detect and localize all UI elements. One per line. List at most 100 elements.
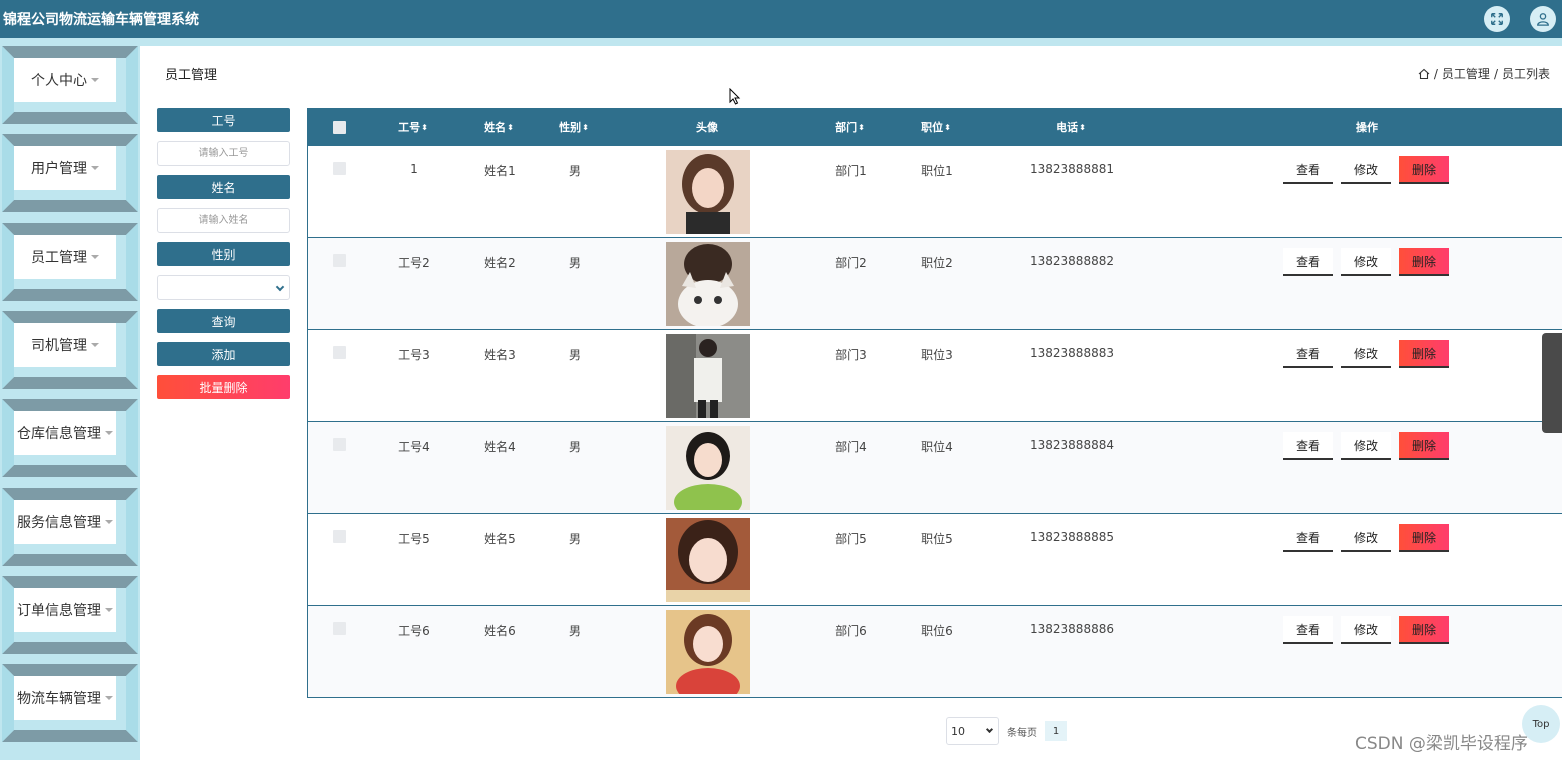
cell-dept: 部门2 [835, 256, 867, 270]
sidebar-item-user-management[interactable]: 用户管理 [0, 134, 140, 212]
menu-bevel [2, 223, 14, 301]
gender-select[interactable] [157, 275, 290, 300]
cell-dept: 部门4 [835, 440, 867, 454]
side-scroll-handle[interactable] [1542, 333, 1562, 433]
menu-face: 个人中心 [14, 58, 116, 102]
avatar [666, 426, 750, 510]
breadcrumb-item-employee-management[interactable]: 员工管理 [1442, 65, 1490, 82]
view-button[interactable]: 查看 [1283, 616, 1333, 644]
query-button[interactable]: 查询 [157, 309, 290, 333]
row-checkbox[interactable] [333, 622, 346, 635]
chevron-down-icon [275, 282, 285, 292]
caret-down-icon [105, 608, 113, 612]
edit-button[interactable]: 修改 [1341, 340, 1391, 368]
view-button[interactable]: 查看 [1283, 432, 1333, 460]
header-phone[interactable]: 电话 ⬍ [1045, 108, 1097, 146]
sidebar-item-warehouse[interactable]: 仓库信息管理 [0, 399, 140, 477]
header-gender-label: 性别 [559, 121, 582, 134]
avatar [666, 334, 750, 418]
row-checkbox[interactable] [333, 346, 346, 359]
header-name[interactable]: 姓名 ⬍ [473, 108, 525, 146]
view-button[interactable]: 查看 [1283, 524, 1333, 552]
header-position[interactable]: 职位 ⬍ [910, 108, 962, 146]
cell-name: 姓名3 [484, 348, 516, 362]
menu-bevel [2, 399, 138, 411]
delete-button[interactable]: 删除 [1399, 432, 1449, 460]
header-dept[interactable]: 部门 ⬍ [824, 108, 876, 146]
avatar [666, 242, 750, 326]
menu-bevel [2, 223, 138, 235]
header-photo: 头像 [677, 108, 737, 146]
table-row: 工号6 姓名6 男 部门6 职位6 13823888886 查看 修改 删除 [307, 606, 1562, 698]
menu-bevel [126, 311, 138, 389]
delete-button[interactable]: 删除 [1399, 248, 1449, 276]
edit-button[interactable]: 修改 [1341, 248, 1391, 276]
cell-name: 姓名5 [484, 532, 516, 546]
sort-icon: ⬍ [421, 122, 428, 132]
home-icon[interactable] [1418, 68, 1430, 80]
menu-bevel [2, 576, 14, 654]
cell-dept: 部门3 [835, 348, 867, 362]
search-panel: 工号 姓名 性别 查询 添加 批量删除 [157, 108, 290, 408]
menu-face: 仓库信息管理 [14, 411, 116, 455]
cell-id: 1 [410, 162, 418, 176]
menu-bevel [2, 554, 138, 566]
batch-delete-button[interactable]: 批量删除 [157, 375, 290, 399]
row-checkbox[interactable] [333, 254, 346, 267]
row-checkbox[interactable] [333, 162, 346, 175]
cell-name: 姓名6 [484, 624, 516, 638]
header-id[interactable]: 工号 ⬍ [387, 108, 439, 146]
menu-bevel [2, 730, 138, 742]
breadcrumb-separator: / [1433, 66, 1438, 81]
id-search-input[interactable] [157, 141, 290, 166]
delete-button[interactable]: 删除 [1399, 616, 1449, 644]
caret-down-icon [105, 696, 113, 700]
delete-button[interactable]: 删除 [1399, 524, 1449, 552]
delete-button[interactable]: 删除 [1399, 156, 1449, 184]
sidebar-item-driver-management[interactable]: 司机管理 [0, 311, 140, 389]
sidebar-item-label: 用户管理 [31, 161, 87, 177]
cell-position: 职位5 [921, 532, 953, 546]
cell-phone: 13823888883 [1030, 346, 1114, 360]
row-checkbox[interactable] [333, 530, 346, 543]
menu-bevel [2, 377, 138, 389]
caret-down-icon [91, 343, 99, 347]
menu-face: 物流车辆管理 [14, 676, 116, 720]
delete-button[interactable]: 删除 [1399, 340, 1449, 368]
sort-icon: ⬍ [944, 122, 951, 132]
avatar [666, 518, 750, 602]
edit-button[interactable]: 修改 [1341, 616, 1391, 644]
sidebar-item-service[interactable]: 服务信息管理 [0, 488, 140, 566]
sidebar-item-personal-center[interactable]: 个人中心 [0, 46, 140, 124]
header-position-label: 职位 [921, 121, 944, 134]
name-search-input[interactable] [157, 208, 290, 233]
sidebar-item-vehicles[interactable]: 物流车辆管理 [0, 664, 140, 742]
view-button[interactable]: 查看 [1283, 156, 1333, 184]
page-size-select[interactable]: 10 [946, 717, 999, 745]
sidebar-item-employee-management[interactable]: 员工管理 [0, 223, 140, 301]
cell-position: 职位4 [921, 440, 953, 454]
add-button[interactable]: 添加 [157, 342, 290, 366]
fullscreen-icon[interactable] [1484, 6, 1510, 32]
row-checkbox[interactable] [333, 438, 346, 451]
menu-bevel [2, 112, 138, 124]
cell-gender: 男 [568, 164, 581, 178]
cell-id: 工号3 [398, 348, 430, 362]
edit-button[interactable]: 修改 [1341, 432, 1391, 460]
edit-button[interactable]: 修改 [1341, 156, 1391, 184]
table-row: 工号3 姓名3 男 部门3 职位3 13823888883 查看 修改 删除 [307, 330, 1562, 422]
edit-button[interactable]: 修改 [1341, 524, 1391, 552]
select-all-checkbox[interactable] [331, 108, 347, 146]
sidebar-item-orders[interactable]: 订单信息管理 [0, 576, 140, 654]
header-gender[interactable]: 性别 ⬍ [548, 108, 600, 146]
header-actions-label: 操作 [1356, 121, 1378, 134]
menu-bevel [2, 46, 14, 124]
sort-icon: ⬍ [858, 122, 865, 132]
view-button[interactable]: 查看 [1283, 340, 1333, 368]
page-number[interactable]: 1 [1045, 721, 1067, 741]
user-icon[interactable] [1530, 6, 1556, 32]
avatar [666, 610, 750, 694]
cell-phone: 13823888884 [1030, 438, 1114, 452]
menu-bevel [2, 134, 138, 146]
view-button[interactable]: 查看 [1283, 248, 1333, 276]
